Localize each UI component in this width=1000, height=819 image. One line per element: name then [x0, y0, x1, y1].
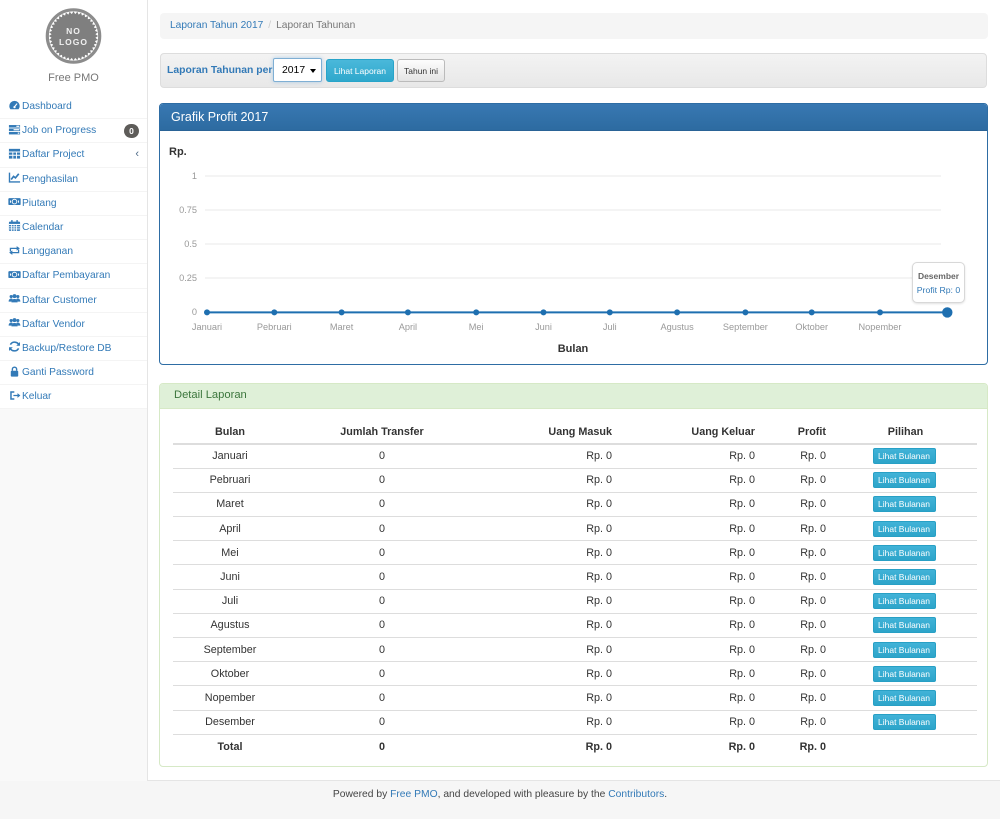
svg-text:Nopember: Nopember: [859, 322, 902, 332]
svg-text:Juni: Juni: [535, 322, 552, 332]
svg-text:Oktober: Oktober: [795, 322, 828, 332]
svg-text:0.75: 0.75: [179, 205, 197, 215]
svg-text:Juli: Juli: [603, 322, 617, 332]
svg-text:Agustus: Agustus: [660, 322, 694, 332]
svg-text:1: 1: [192, 171, 197, 181]
svg-text:Pebruari: Pebruari: [257, 322, 292, 332]
svg-text:Bulan: Bulan: [558, 343, 589, 355]
svg-text:NO: NO: [66, 26, 81, 36]
svg-text:April: April: [399, 322, 417, 332]
svg-text:0.25: 0.25: [179, 273, 197, 283]
svg-text:Maret: Maret: [330, 322, 354, 332]
svg-text:0: 0: [192, 307, 197, 317]
svg-text:September: September: [723, 322, 768, 332]
svg-text:0.5: 0.5: [184, 239, 197, 249]
svg-text:Mei: Mei: [469, 322, 484, 332]
svg-text:Januari: Januari: [192, 322, 222, 332]
svg-text:LOGO: LOGO: [59, 37, 88, 47]
svg-text:Rp.: Rp.: [169, 146, 187, 158]
